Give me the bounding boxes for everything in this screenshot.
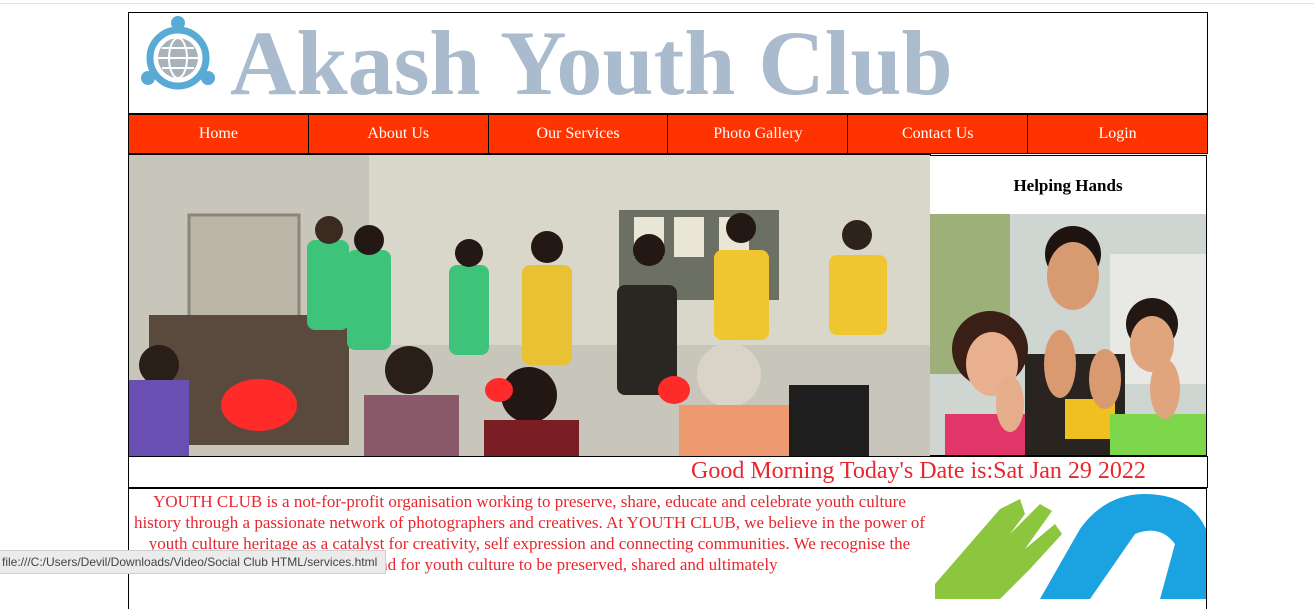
helping-hands-box: Helping Hands — [930, 155, 1207, 456]
nav-contact-us[interactable]: Contact Us — [847, 114, 1029, 154]
browser-status-url: file:///C:/Users/Devil/Downloads/Video/S… — [0, 550, 387, 574]
greeting-bar: Good Morning Today's Date is:Sat Jan 29 … — [128, 456, 1208, 488]
helping-hands-heading: Helping Hands — [1013, 176, 1123, 195]
nav-login[interactable]: Login — [1027, 114, 1208, 154]
nav-about-us[interactable]: About Us — [307, 114, 489, 154]
main-nav: Home About Us Our Services Photo Gallery… — [128, 114, 1208, 154]
nav-our-services[interactable]: Our Services — [487, 114, 669, 154]
nav-photo-gallery[interactable]: Photo Gallery — [667, 114, 849, 154]
browser-top-rule — [0, 3, 1314, 4]
site-header: Akash Youth Club — [128, 12, 1208, 114]
helping-hands-photo — [930, 214, 1206, 455]
hands-logo-cell — [930, 488, 1207, 609]
date-greeting: Good Morning Today's Date is:Sat Jan 29 … — [691, 458, 1146, 484]
helping-hands-logo-icon — [935, 494, 1206, 599]
nav-home[interactable]: Home — [128, 114, 309, 154]
youth-group-photo — [129, 155, 930, 456]
main-banner-photo — [128, 154, 931, 457]
friends-photo — [930, 214, 1206, 455]
site-title: Akash Youth Club — [230, 12, 953, 114]
globe-people-icon — [141, 16, 215, 90]
about-content: YOUTH CLUB is a not-for-profit organisat… — [128, 488, 931, 609]
